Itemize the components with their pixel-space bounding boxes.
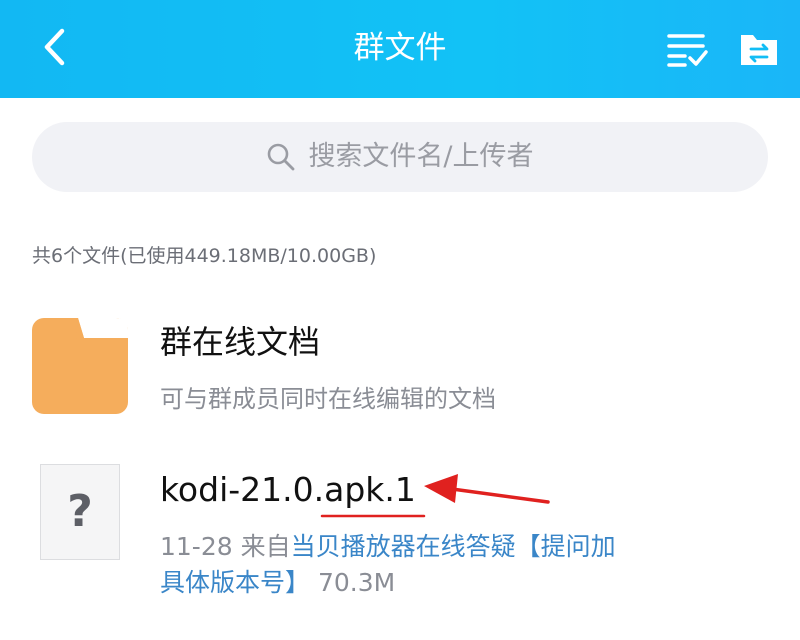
unknown-file-icon: ? — [40, 464, 120, 560]
list-check-icon — [667, 34, 708, 67]
search-placeholder: 搜索文件名/上传者 — [308, 141, 534, 172]
chevron-left-icon — [44, 28, 65, 66]
multi-select-button[interactable] — [662, 24, 712, 74]
search-icon — [266, 142, 296, 172]
back-button[interactable] — [30, 22, 80, 72]
file-name: 群在线文档 — [160, 323, 321, 361]
file-size: 70.3M — [317, 568, 396, 597]
upload-date: 11-28 — [160, 532, 233, 561]
list-item-online-docs[interactable]: 群在线文档 可与群成员同时在线编辑的文档 — [0, 300, 800, 430]
from-label: 来自 — [240, 532, 291, 561]
list-item-kodi-apk[interactable]: ? kodi-21.0.apk.1 11-28 来自当贝播放器在线答疑【提问加 … — [0, 448, 800, 618]
folder-icon — [32, 318, 128, 414]
search-input[interactable]: 搜索文件名/上传者 — [32, 122, 768, 192]
file-name: kodi-21.0.apk.1 — [160, 470, 416, 509]
file-transfer-icon — [741, 35, 777, 65]
storage-summary: 共6个文件(已使用449.18MB/10.00GB) — [32, 245, 377, 267]
file-meta: 11-28 来自当贝播放器在线答疑【提问加 — [160, 528, 616, 566]
title-bar: 群文件 — [0, 0, 800, 98]
file-description: 可与群成员同时在线编辑的文档 — [160, 385, 496, 413]
uploader-link-cont[interactable]: 具体版本号】 — [160, 568, 310, 597]
question-mark: ? — [67, 486, 93, 537]
file-meta-cont: 具体版本号】 70.3M — [160, 564, 395, 602]
file-transfer-button[interactable] — [734, 24, 784, 74]
uploader-link[interactable]: 当贝播放器在线答疑【提问加 — [291, 532, 616, 561]
